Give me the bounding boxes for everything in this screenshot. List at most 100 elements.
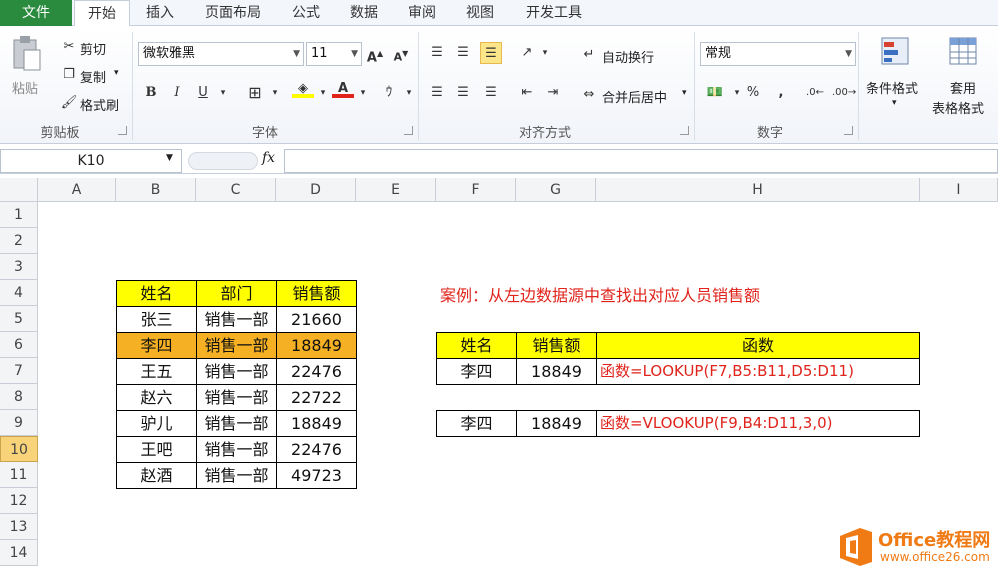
vlookup-formula-cell[interactable]: 函数=VLOOKUP(F9,B4:D11,3,0) <box>596 410 920 437</box>
font-color-icon[interactable]: A <box>332 78 354 100</box>
paste-button[interactable]: 粘贴 <box>10 34 44 97</box>
table-cell-highlighted[interactable]: 销售一部 <box>196 332 277 359</box>
column-header[interactable]: H <box>596 178 920 202</box>
tab-insert[interactable]: 插入 <box>134 0 186 26</box>
fill-dropdown-icon[interactable]: ▾ <box>312 82 334 104</box>
tab-review[interactable]: 审阅 <box>396 0 448 26</box>
row-header[interactable]: 4 <box>0 280 38 306</box>
tab-page-layout[interactable]: 页面布局 <box>192 0 274 26</box>
vlookup-cell[interactable]: 李四 <box>436 410 517 437</box>
column-header[interactable]: B <box>116 178 196 202</box>
copy-button[interactable]: ❐ 复制 ▾ <box>58 66 124 86</box>
tab-data[interactable]: 数据 <box>338 0 390 26</box>
fx-icon[interactable]: fx <box>262 150 275 166</box>
name-box[interactable]: K10 <box>0 149 182 173</box>
phonetic-dropdown-icon[interactable]: ▾ <box>398 82 420 104</box>
clipboard-launcher-icon[interactable] <box>118 126 127 135</box>
font-name-select[interactable]: 微软雅黑 ▼ <box>138 42 304 66</box>
table-cell[interactable]: 销售一部 <box>196 462 277 489</box>
formula-bar-handle[interactable] <box>188 152 258 170</box>
column-header[interactable]: C <box>196 178 276 202</box>
column-header[interactable]: G <box>516 178 596 202</box>
conditional-formatting-button[interactable]: 条件格式 ▾ <box>864 34 932 120</box>
phonetic-icon[interactable]: ｳ <box>378 82 400 104</box>
font-launcher-icon[interactable] <box>404 126 413 135</box>
lookup-formula-cell[interactable]: 函数=LOOKUP(F7,B5:B11,D5:D11) <box>596 358 920 385</box>
table-cell-highlighted[interactable]: 李四 <box>116 332 197 359</box>
column-header[interactable]: E <box>356 178 436 202</box>
name-box-dropdown-icon[interactable]: ▼ <box>166 153 173 163</box>
format-painter-button[interactable]: 🖌 格式刷 <box>58 94 128 114</box>
table-cell[interactable]: 赵酒 <box>116 462 197 489</box>
table-cell[interactable]: 22476 <box>276 436 357 463</box>
number-format-select[interactable]: 常规 ▼ <box>700 42 856 66</box>
worksheet-grid[interactable]: A B C D E F G H I 1 2 3 4 5 6 7 8 9 10 1… <box>0 178 998 574</box>
row-header[interactable]: 3 <box>0 254 38 280</box>
table-cell[interactable]: 驴儿 <box>116 410 197 437</box>
table-cell[interactable]: 21660 <box>276 306 357 333</box>
table-cell[interactable]: 赵六 <box>116 384 197 411</box>
table-header-cell[interactable]: 部门 <box>196 280 277 307</box>
comma-button[interactable]: , <box>770 82 792 104</box>
underline-button[interactable]: U <box>192 82 214 104</box>
decrease-indent-icon[interactable]: ⇤ <box>516 82 538 104</box>
table-cell[interactable]: 18849 <box>276 410 357 437</box>
table-cell[interactable]: 49723 <box>276 462 357 489</box>
lookup-header-cell[interactable]: 姓名 <box>436 332 517 359</box>
borders-icon[interactable]: ⊞ <box>244 82 266 104</box>
row-header[interactable]: 2 <box>0 228 38 254</box>
row-header[interactable]: 9 <box>0 410 38 436</box>
table-cell[interactable]: 22722 <box>276 384 357 411</box>
table-cell-highlighted[interactable]: 18849 <box>276 332 357 359</box>
grow-font-icon[interactable]: A▲ <box>364 43 386 65</box>
row-header[interactable]: 7 <box>0 358 38 384</box>
row-header[interactable]: 1 <box>0 202 38 228</box>
tab-formulas[interactable]: 公式 <box>280 0 332 26</box>
tab-file[interactable]: 文件 <box>0 0 72 26</box>
alignment-launcher-icon[interactable] <box>680 126 689 135</box>
table-cell[interactable]: 销售一部 <box>196 410 277 437</box>
table-cell[interactable]: 销售一部 <box>196 436 277 463</box>
table-cell[interactable]: 22476 <box>276 358 357 385</box>
italic-button[interactable]: I <box>166 82 188 104</box>
tab-view[interactable]: 视图 <box>454 0 506 26</box>
percent-button[interactable]: % <box>742 82 764 104</box>
tab-developer[interactable]: 开发工具 <box>512 0 596 26</box>
table-cell[interactable]: 销售一部 <box>196 358 277 385</box>
table-cell[interactable]: 销售一部 <box>196 306 277 333</box>
column-header[interactable]: D <box>276 178 356 202</box>
align-right-icon[interactable]: ☰ <box>480 82 502 104</box>
bold-button[interactable]: B <box>140 82 162 104</box>
table-header-cell[interactable]: 姓名 <box>116 280 197 307</box>
row-header[interactable]: 12 <box>0 488 38 514</box>
borders-dropdown-icon[interactable]: ▾ <box>264 82 286 104</box>
lookup-cell[interactable]: 李四 <box>436 358 517 385</box>
wrap-text-button[interactable]: ↵ 自动换行 <box>578 44 688 66</box>
font-size-select[interactable]: 11 ▼ <box>306 42 362 66</box>
table-cell[interactable]: 张三 <box>116 306 197 333</box>
vlookup-cell[interactable]: 18849 <box>516 410 597 437</box>
align-bottom-icon[interactable]: ☰ <box>480 42 502 64</box>
orientation-dropdown-icon[interactable]: ▾ <box>534 42 556 64</box>
merge-center-button[interactable]: ⇔ 合并后居中 ▾ <box>578 84 698 106</box>
copy-dropdown-icon[interactable]: ▾ <box>114 68 119 78</box>
row-header[interactable]: 13 <box>0 514 38 540</box>
currency-icon[interactable]: 💵 <box>704 82 726 104</box>
table-header-cell[interactable]: 销售额 <box>276 280 357 307</box>
increase-decimal-icon[interactable]: .0← <box>804 82 826 104</box>
align-left-icon[interactable]: ☰ <box>426 82 448 104</box>
column-header[interactable]: A <box>38 178 116 202</box>
number-launcher-icon[interactable] <box>844 126 853 135</box>
underline-dropdown-icon[interactable]: ▾ <box>212 82 234 104</box>
align-top-icon[interactable]: ☰ <box>426 42 448 64</box>
align-center-icon[interactable]: ☰ <box>452 82 474 104</box>
formula-input[interactable] <box>284 149 998 173</box>
table-cell[interactable]: 销售一部 <box>196 384 277 411</box>
row-header-selected[interactable]: 10 <box>0 436 38 462</box>
table-cell[interactable]: 王吧 <box>116 436 197 463</box>
table-cell[interactable]: 王五 <box>116 358 197 385</box>
align-middle-icon[interactable]: ☰ <box>452 42 474 64</box>
column-header[interactable]: F <box>436 178 516 202</box>
font-color-dropdown-icon[interactable]: ▾ <box>352 82 374 104</box>
decrease-decimal-icon[interactable]: .00→ <box>832 82 856 104</box>
